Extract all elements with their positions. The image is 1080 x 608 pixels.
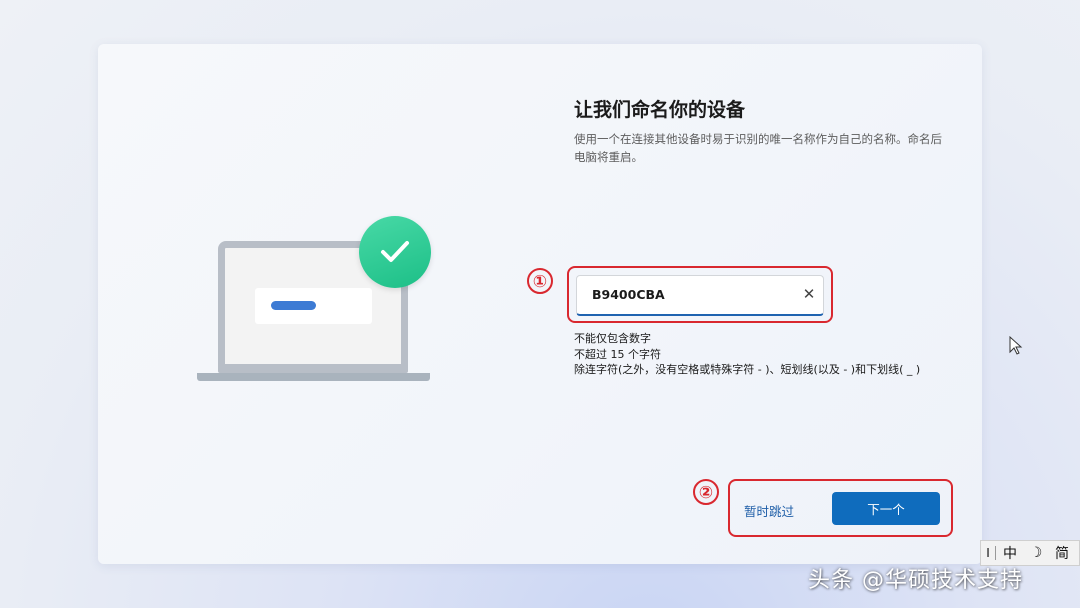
laptop-name-bar — [271, 301, 316, 310]
skip-button[interactable]: 暂时跳过 — [744, 501, 794, 520]
next-button[interactable]: 下一个 — [832, 492, 940, 525]
close-icon[interactable]: ✕ — [801, 286, 817, 302]
device-name-input[interactable]: B9400CBA ✕ — [576, 275, 824, 316]
mouse-pointer-icon — [1009, 336, 1023, 355]
ime-handle[interactable]: I — [981, 546, 996, 560]
rule-item: 不超过 15 个字符 — [574, 347, 661, 361]
device-name-value[interactable]: B9400CBA — [592, 287, 665, 302]
page-description: 使用一个在连接其他设备时易于识别的唯一名称作为自己的名称。命名后电脑将重启。 — [574, 132, 942, 164]
ime-script-toggle[interactable]: 简 — [1048, 543, 1076, 563]
annotation-marker-2: ② — [693, 479, 719, 505]
checkmark-icon — [359, 216, 431, 288]
naming-rules: 不能仅包含数字 不超过 15 个字符 除连字符(之外，没有空格或特殊字符 - )… — [574, 331, 920, 378]
ime-mode-toggle[interactable]: 中 — [996, 543, 1024, 563]
rule-item: 不能仅包含数字 — [574, 332, 651, 345]
moon-icon[interactable]: ☽ — [1024, 545, 1048, 561]
rule-item: 除连字符(之外，没有空格或特殊字符 - )、短划线(以及 - )和下划线( _ … — [574, 363, 921, 376]
laptop-base — [197, 373, 430, 381]
page-title: 让我们命名你的设备 — [574, 99, 746, 121]
annotation-marker-1: ① — [527, 268, 553, 294]
watermark: 头条 @华硕技术支持 — [808, 568, 1023, 593]
